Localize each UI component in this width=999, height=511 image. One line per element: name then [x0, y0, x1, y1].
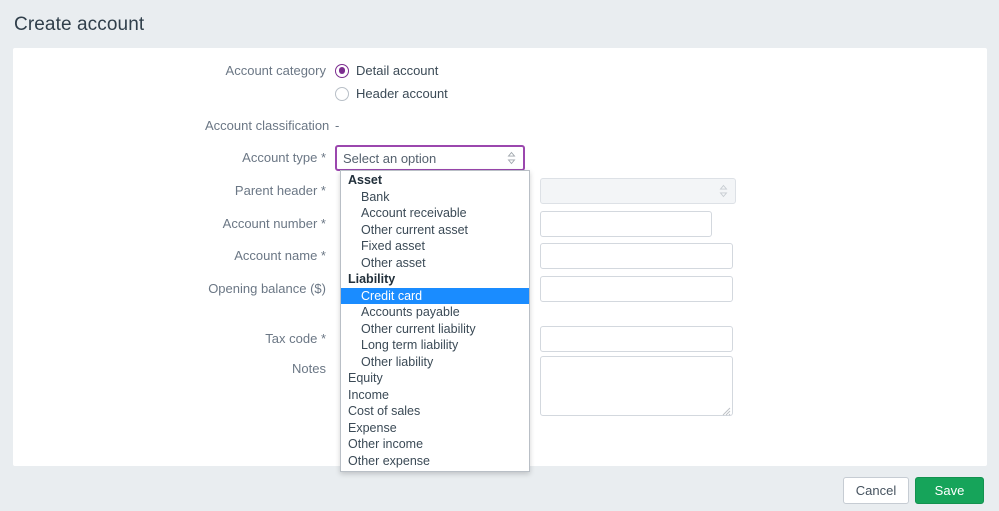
account-name-input[interactable]	[540, 243, 733, 269]
radio-label-detail-account: Detail account	[356, 63, 439, 78]
dropdown-item[interactable]: Credit card	[341, 287, 529, 304]
radio-label-header-account: Header account	[356, 86, 448, 101]
dropdown-group-header: Asset	[348, 173, 383, 187]
dropdown-item[interactable]: Other liability	[341, 354, 529, 371]
label-account-number: Account number *	[222, 216, 326, 231]
dropdown-item[interactable]: Equity	[341, 370, 529, 387]
chevron-updown-icon	[507, 151, 516, 165]
form-footer: Cancel Save	[0, 472, 999, 511]
dropdown-item[interactable]: Fixed asset	[341, 238, 529, 255]
cancel-button[interactable]: Cancel	[843, 477, 909, 504]
account-type-select-value: Select an option	[343, 150, 437, 166]
account-type-select[interactable]: Select an option	[335, 145, 525, 171]
field-row-account-category: Account category Detail account Header a…	[205, 62, 448, 108]
dropdown-item[interactable]: Cost of sales	[341, 403, 529, 420]
radio-option-detail-account[interactable]: Detail account	[335, 62, 448, 79]
radio-option-header-account[interactable]: Header account	[335, 85, 448, 102]
label-notes: Notes	[292, 361, 326, 376]
account-type-dropdown-menu[interactable]: Asset Bank Account receivable Other current…	[340, 170, 530, 472]
dropdown-item[interactable]: Long term liability	[341, 337, 529, 354]
dropdown-item[interactable]: Other income	[341, 436, 529, 453]
label-opening-balance: Opening balance ($)	[208, 281, 326, 296]
dropdown-item[interactable]: Income	[341, 387, 529, 404]
label-account-type: Account type *	[242, 150, 326, 165]
dropdown-item[interactable]: Other expense	[341, 453, 529, 470]
label-account-name: Account name *	[234, 248, 326, 263]
dropdown-item[interactable]: Other current liability	[341, 321, 529, 338]
radio-icon-header-account[interactable]	[335, 86, 349, 101]
save-button[interactable]: Save	[915, 477, 984, 504]
chevron-updown-icon	[719, 184, 728, 198]
page-title: Create account	[14, 14, 145, 35]
tax-code-input[interactable]	[540, 326, 733, 352]
dropdown-item[interactable]: Other current asset	[341, 222, 529, 239]
parent-header-select[interactable]	[540, 178, 736, 204]
resize-handle-icon[interactable]	[720, 403, 731, 416]
dropdown-item[interactable]: Account receivable	[341, 205, 529, 222]
field-row-account-classification: Account classification -	[205, 117, 339, 135]
radio-group-account-category: Detail account Header account	[335, 62, 448, 108]
field-row-account-type: Account type * Select an option	[205, 145, 525, 171]
dropdown-item[interactable]: Other asset	[341, 255, 529, 272]
create-account-page: Create account Account category Detail a…	[0, 0, 999, 511]
label-parent-header: Parent header *	[234, 183, 326, 198]
account-number-input[interactable]	[540, 211, 712, 237]
dropdown-item[interactable]: Accounts payable	[341, 304, 529, 321]
opening-balance-input[interactable]	[540, 276, 733, 302]
label-account-classification: Account classification	[205, 118, 330, 133]
label-tax-code: Tax code *	[265, 331, 326, 346]
dropdown-group-header: Liability	[348, 272, 396, 286]
label-account-category: Account category	[225, 63, 326, 78]
notes-textarea[interactable]	[540, 356, 733, 416]
dropdown-item[interactable]: Expense	[341, 420, 529, 437]
value-account-classification: -	[335, 118, 340, 133]
radio-icon-detail-account[interactable]	[335, 63, 349, 78]
dropdown-item[interactable]: Bank	[341, 189, 529, 206]
